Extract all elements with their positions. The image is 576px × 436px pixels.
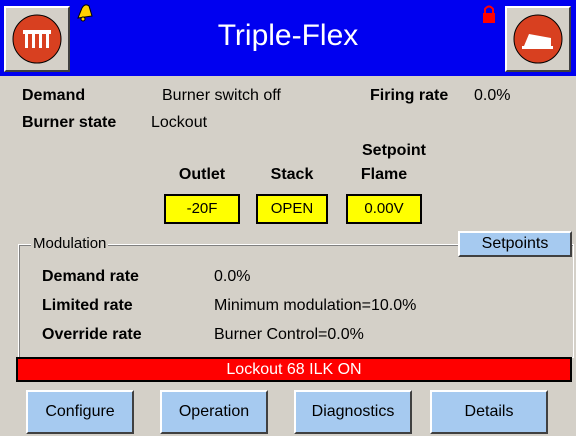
- outlet-value: -20F: [164, 194, 240, 224]
- configure-button[interactable]: Configure: [26, 390, 134, 434]
- flame-label: Flame: [360, 166, 408, 183]
- bell-icon: [77, 4, 93, 22]
- burner-state-label: Burner state: [22, 114, 117, 131]
- details-button[interactable]: Details: [430, 390, 548, 434]
- diagnostics-button[interactable]: Diagnostics: [294, 390, 412, 434]
- flame-value: 0.00V: [346, 194, 422, 224]
- stack-value: OPEN: [256, 194, 328, 224]
- setpoints-button[interactable]: Setpoints: [458, 231, 572, 257]
- modulation-group-label: Modulation: [31, 235, 109, 252]
- override-rate-value: Burner Control=0.0%: [214, 326, 364, 343]
- stack-label: Stack: [270, 166, 314, 183]
- demand-rate-value: 0.0%: [214, 268, 251, 285]
- lock-icon: [483, 5, 495, 23]
- home-button[interactable]: [4, 6, 70, 72]
- lockout-status-bar: Lockout 68 ILK ON: [16, 357, 572, 382]
- demand-value: Burner switch off: [162, 87, 281, 104]
- firing-rate-value: 0.0%: [474, 87, 511, 104]
- override-rate-label: Override rate: [42, 326, 142, 343]
- operation-button[interactable]: Operation: [160, 390, 268, 434]
- setpoint-label: Setpoint: [362, 142, 426, 159]
- home-icon: [12, 14, 62, 64]
- limited-rate-value: Minimum modulation=10.0%: [214, 297, 417, 314]
- app-title: Triple-Flex: [217, 19, 359, 52]
- burner-state-value: Lockout: [151, 114, 208, 131]
- logout-icon: [513, 14, 563, 64]
- logout-button[interactable]: [505, 6, 571, 72]
- limited-rate-label: Limited rate: [42, 297, 133, 314]
- demand-rate-label: Demand rate: [42, 268, 139, 285]
- demand-label: Demand: [22, 87, 86, 104]
- firing-rate-label: Firing rate: [370, 87, 449, 104]
- outlet-label: Outlet: [178, 166, 226, 183]
